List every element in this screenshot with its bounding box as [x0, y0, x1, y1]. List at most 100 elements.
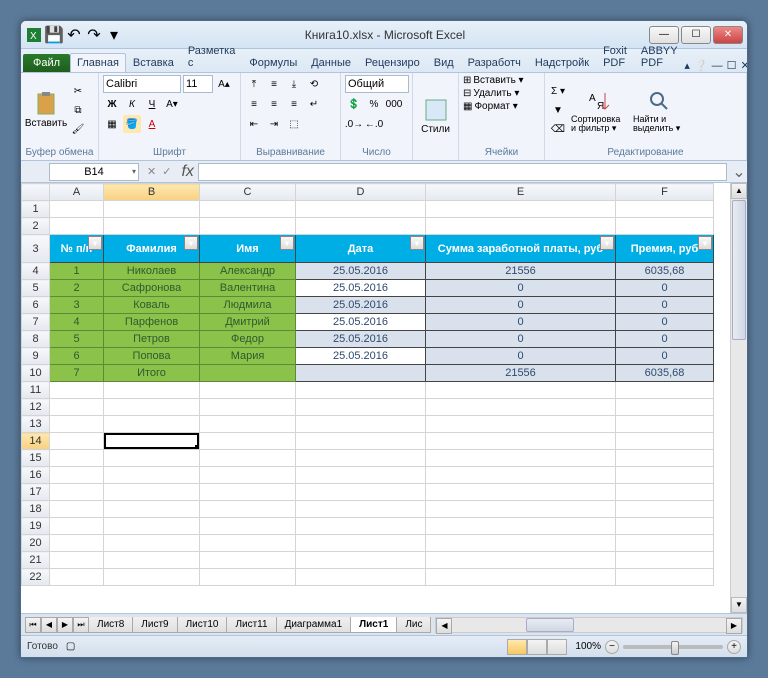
- scroll-thumb[interactable]: [732, 200, 746, 340]
- qat-customize-icon[interactable]: ▾: [105, 26, 123, 44]
- decrease-decimal-icon[interactable]: ←.0: [365, 115, 383, 133]
- sheet-tab-active[interactable]: Лист1: [350, 617, 397, 633]
- font-color-icon[interactable]: A: [143, 115, 161, 133]
- filter-icon[interactable]: ▾: [600, 236, 614, 250]
- align-bottom-icon[interactable]: ⤓: [285, 75, 303, 93]
- undo-icon[interactable]: ↶: [65, 26, 83, 44]
- find-select-button[interactable]: Найти и выделить ▾: [631, 75, 687, 146]
- file-tab[interactable]: Файл: [23, 54, 70, 72]
- comma-icon[interactable]: 000: [385, 95, 403, 113]
- row-header[interactable]: 14: [22, 433, 50, 450]
- cell[interactable]: 25.05.2016: [296, 348, 426, 365]
- cells-format-icon[interactable]: ▦: [463, 101, 472, 112]
- cell[interactable]: 3: [50, 297, 104, 314]
- row-header[interactable]: 15: [22, 450, 50, 467]
- fill-icon[interactable]: ▼: [549, 102, 567, 120]
- help-icon[interactable]: ❔: [694, 59, 708, 72]
- cell[interactable]: [296, 365, 426, 382]
- row-header[interactable]: 8: [22, 331, 50, 348]
- cut-icon[interactable]: ✂: [69, 83, 87, 101]
- styles-button[interactable]: Стили: [417, 75, 454, 157]
- col-header-B[interactable]: B: [104, 184, 200, 201]
- cell[interactable]: Сафронова: [104, 280, 200, 297]
- scroll-left-icon[interactable]: ◀: [436, 618, 452, 634]
- filter-icon[interactable]: ▾: [410, 236, 424, 250]
- cell[interactable]: 25.05.2016: [296, 297, 426, 314]
- indent-increase-icon[interactable]: ⇥: [265, 115, 283, 133]
- hscroll-thumb[interactable]: [526, 618, 574, 632]
- row-header[interactable]: 2: [22, 218, 50, 235]
- row-header[interactable]: 11: [22, 382, 50, 399]
- tab-insert[interactable]: Вставка: [126, 53, 181, 72]
- tab-addins[interactable]: Надстройк: [528, 53, 596, 72]
- cells-delete-icon[interactable]: ⊟: [463, 88, 471, 99]
- cell[interactable]: [616, 201, 714, 218]
- cell[interactable]: 25.05.2016: [296, 314, 426, 331]
- cell[interactable]: Дмитрий: [200, 314, 296, 331]
- cell[interactable]: 6035,68: [616, 365, 714, 382]
- cell[interactable]: Федор: [200, 331, 296, 348]
- cell[interactable]: 21556: [426, 263, 616, 280]
- cells-delete-button[interactable]: Удалить ▾: [473, 88, 519, 99]
- tab-data[interactable]: Данные: [304, 53, 358, 72]
- col-header-E[interactable]: E: [426, 184, 616, 201]
- cells-insert-button[interactable]: Вставить ▾: [473, 75, 523, 86]
- zoom-in-icon[interactable]: +: [727, 640, 741, 654]
- sheet-tab[interactable]: Лист9: [132, 617, 177, 633]
- cell[interactable]: Людмила: [200, 297, 296, 314]
- cell[interactable]: Итого: [104, 365, 200, 382]
- shrink-font-icon[interactable]: A▾: [163, 95, 181, 113]
- enter-formula-icon[interactable]: ✓: [162, 165, 171, 178]
- cell[interactable]: 4: [50, 314, 104, 331]
- table-header[interactable]: Сумма заработной платы, руб▾: [426, 235, 616, 263]
- table-header[interactable]: Имя▾: [200, 235, 296, 263]
- cell[interactable]: 5: [50, 331, 104, 348]
- tab-home[interactable]: Главная: [70, 53, 126, 72]
- fx-icon[interactable]: fx: [181, 163, 193, 181]
- indent-decrease-icon[interactable]: ⇤: [245, 115, 263, 133]
- horizontal-scrollbar[interactable]: ◀ ▶: [435, 617, 743, 633]
- orientation-icon[interactable]: ⟲: [305, 75, 323, 93]
- ribbon-minimize-icon[interactable]: ▴: [684, 59, 690, 72]
- increase-decimal-icon[interactable]: .0→: [345, 115, 363, 133]
- tab-foxit[interactable]: Foxit PDF: [596, 41, 634, 72]
- border-icon[interactable]: ▦: [103, 115, 121, 133]
- merge-icon[interactable]: ⬚: [285, 115, 303, 133]
- save-icon[interactable]: 💾: [45, 26, 63, 44]
- row-header[interactable]: 7: [22, 314, 50, 331]
- tab-pagelayout[interactable]: Разметка с: [181, 41, 243, 72]
- cell[interactable]: Мария: [200, 348, 296, 365]
- align-left-icon[interactable]: ≡: [245, 95, 263, 113]
- wb-minimize-icon[interactable]: —: [712, 60, 723, 72]
- cell[interactable]: [50, 433, 104, 450]
- font-size-select[interactable]: [183, 75, 213, 93]
- zoom-level[interactable]: 100%: [575, 641, 601, 652]
- tab-view[interactable]: Вид: [427, 53, 461, 72]
- sheet-nav-next-icon[interactable]: ▶: [57, 617, 73, 633]
- row-header[interactable]: 13: [22, 416, 50, 433]
- sheet-nav-last-icon[interactable]: ⏭: [73, 617, 89, 633]
- wb-restore-icon[interactable]: ☐: [727, 59, 737, 72]
- tab-review[interactable]: Рецензиро: [358, 53, 427, 72]
- zoom-out-icon[interactable]: −: [605, 640, 619, 654]
- cell[interactable]: 6: [50, 348, 104, 365]
- page-layout-view-icon[interactable]: [527, 639, 547, 655]
- filter-icon[interactable]: ▾: [698, 236, 712, 250]
- cell[interactable]: [104, 201, 200, 218]
- cell[interactable]: 0: [616, 280, 714, 297]
- formula-bar-expand-icon[interactable]: ⌄: [731, 162, 747, 182]
- cell[interactable]: [200, 201, 296, 218]
- normal-view-icon[interactable]: [507, 639, 527, 655]
- cell[interactable]: 7: [50, 365, 104, 382]
- copy-icon[interactable]: ⧉: [69, 102, 87, 120]
- grow-font-icon[interactable]: A▴: [215, 75, 233, 93]
- row-header[interactable]: 21: [22, 552, 50, 569]
- cell[interactable]: 25.05.2016: [296, 280, 426, 297]
- tab-developer[interactable]: Разработч: [461, 53, 528, 72]
- cell[interactable]: 0: [616, 348, 714, 365]
- align-middle-icon[interactable]: ≡: [265, 75, 283, 93]
- cell[interactable]: [426, 201, 616, 218]
- page-break-view-icon[interactable]: [547, 639, 567, 655]
- row-header[interactable]: 22: [22, 569, 50, 586]
- formula-input[interactable]: [198, 163, 727, 181]
